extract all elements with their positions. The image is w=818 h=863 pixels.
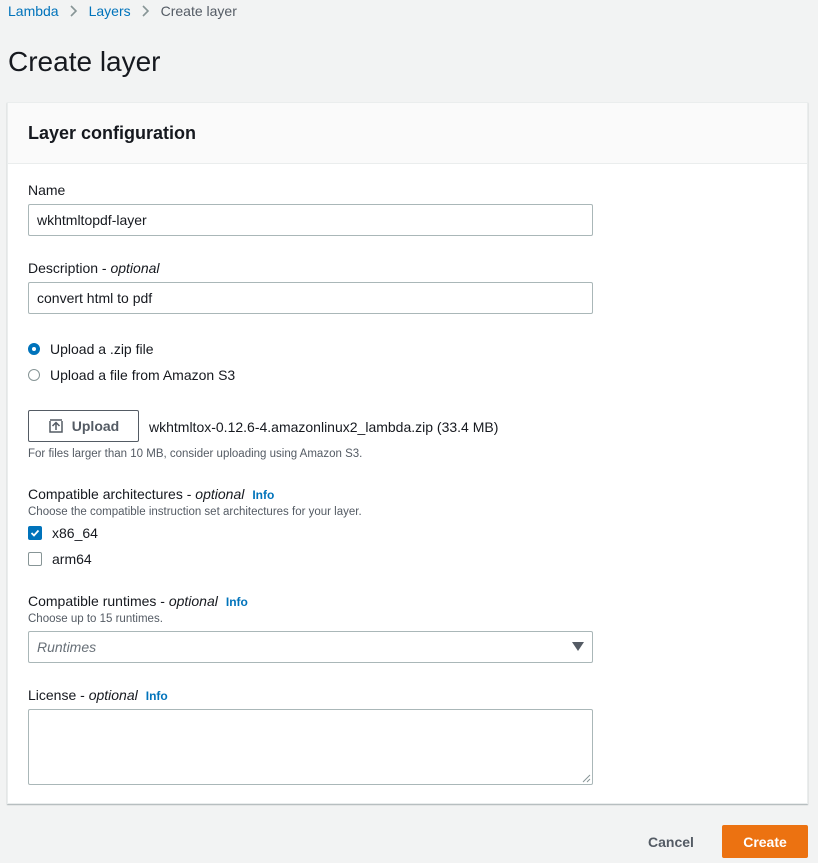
runtimes-label: Compatible runtimes - optional Info <box>28 592 248 611</box>
uploaded-file-name: wkhtmltox-0.12.6-4.amazonlinux2_lambda.z… <box>149 419 499 435</box>
runtimes-hint: Choose up to 15 runtimes. <box>28 613 163 625</box>
runtimes-label-text: Compatible runtimes - <box>28 593 169 609</box>
description-label: Description - optional <box>28 259 160 277</box>
chevron-right-icon <box>142 5 150 17</box>
radio-unselected-icon[interactable] <box>28 369 40 381</box>
panel-header: Layer configuration <box>8 103 807 164</box>
name-label: Name <box>28 182 66 198</box>
architectures-label-text: Compatible architectures - <box>28 486 196 502</box>
upload-button-label: Upload <box>71 418 120 434</box>
optional-tag: optional <box>110 260 160 276</box>
architectures-hint: Choose the compatible instruction set ar… <box>28 506 362 518</box>
optional-tag: optional <box>168 593 218 609</box>
checkbox-x86-64[interactable]: x86_64 <box>28 525 98 541</box>
license-textarea[interactable] <box>28 709 593 785</box>
radio-label: Upload a .zip file <box>50 341 154 357</box>
description-label-text: Description - <box>28 260 111 276</box>
license-label: License - optional Info <box>28 686 168 705</box>
license-info-link[interactable]: Info <box>146 689 168 703</box>
runtimes-placeholder: Runtimes <box>37 639 97 655</box>
checkbox-empty-icon[interactable] <box>28 552 42 566</box>
checkbox-label: arm64 <box>52 551 92 567</box>
caret-down-icon <box>572 642 584 651</box>
runtimes-info-link[interactable]: Info <box>226 595 248 609</box>
panel-title: Layer configuration <box>28 123 197 143</box>
architectures-info-link[interactable]: Info <box>252 488 274 502</box>
upload-icon <box>49 419 63 433</box>
breadcrumb-current: Create layer <box>160 3 237 19</box>
chevron-right-icon <box>70 5 78 17</box>
optional-tag: optional <box>195 486 245 502</box>
license-label-text: License - <box>28 687 89 703</box>
resize-handle-icon[interactable] <box>581 773 591 783</box>
radio-upload-zip[interactable]: Upload a .zip file <box>28 341 154 357</box>
runtimes-select[interactable]: Runtimes <box>28 631 593 663</box>
description-input[interactable] <box>28 282 593 314</box>
check-icon[interactable] <box>28 526 42 540</box>
breadcrumb-layers[interactable]: Layers <box>89 2 131 20</box>
architectures-label: Compatible architectures - optional Info <box>28 485 274 504</box>
optional-tag: optional <box>88 687 138 703</box>
radio-label: Upload a file from Amazon S3 <box>50 367 236 383</box>
page-title: Create layer <box>8 46 161 77</box>
breadcrumb-lambda[interactable]: Lambda <box>8 2 59 20</box>
breadcrumb: Lambda Layers Create layer <box>8 2 237 20</box>
radio-upload-s3[interactable]: Upload a file from Amazon S3 <box>28 367 235 383</box>
name-input[interactable] <box>28 204 593 236</box>
checkbox-label: x86_64 <box>52 525 98 541</box>
cancel-button[interactable]: Cancel <box>648 833 694 851</box>
upload-button[interactable]: Upload <box>28 410 139 442</box>
create-button[interactable]: Create <box>722 825 808 858</box>
radio-selected-icon[interactable] <box>28 343 40 355</box>
checkbox-arm64[interactable]: arm64 <box>28 551 92 567</box>
upload-hint: For files larger than 10 MB, consider up… <box>28 448 363 460</box>
